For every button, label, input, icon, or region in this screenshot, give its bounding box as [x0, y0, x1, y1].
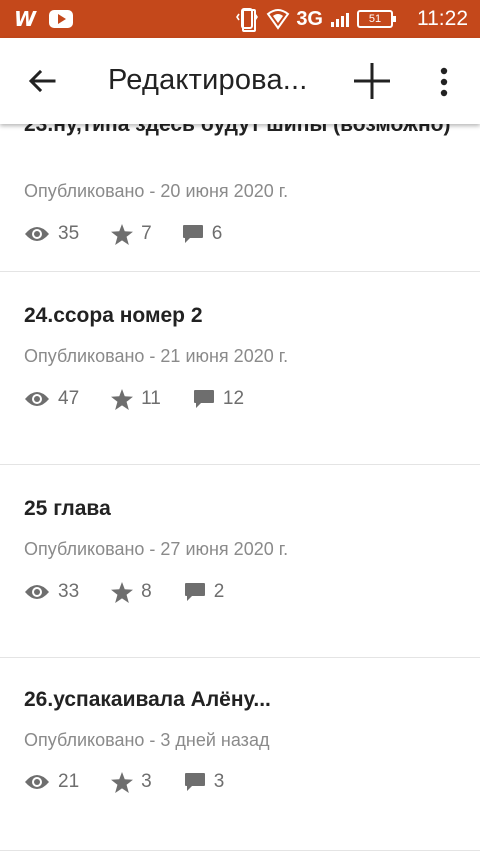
- votes-stat: 11: [111, 388, 161, 410]
- views-count: 33: [58, 581, 80, 602]
- views-count: 21: [58, 771, 80, 792]
- part-stats: 35 7 6: [24, 221, 222, 247]
- eye-icon: [25, 392, 49, 406]
- arrow-left-icon: [28, 69, 56, 93]
- views-stat: 47: [24, 388, 79, 410]
- comment-icon: [182, 225, 203, 243]
- eye-icon: [25, 227, 49, 241]
- part-title: 23.ну,типа здесь будут шипы (возможно): [24, 124, 451, 136]
- comment-icon: [184, 583, 205, 601]
- votes-count: 8: [141, 581, 152, 602]
- comments-stat: 3: [184, 771, 225, 793]
- list-item[interactable]: 26.успакаивала Алёну... Опубликовано - 3…: [0, 658, 480, 851]
- list-item[interactable]: 23.ну,типа здесь будут шипы (возможно) О…: [0, 124, 480, 272]
- views-stat: 35: [24, 223, 79, 245]
- list-item[interactable]: 25 глава Опубликовано - 27 июня 2020 г. …: [0, 465, 480, 658]
- part-stats: 33 8 2: [24, 579, 224, 605]
- battery-icon: 51: [357, 10, 396, 28]
- star-icon: [111, 581, 134, 603]
- votes-count: 7: [141, 223, 152, 244]
- eye-icon: [25, 775, 49, 789]
- clock: 11:22: [417, 7, 468, 30]
- app-bar: Редактирова...: [0, 38, 480, 124]
- part-date: Опубликовано - 27 июня 2020 г.: [24, 539, 289, 559]
- part-title: 26.успакаивала Алёну...: [24, 688, 271, 711]
- back-button[interactable]: [22, 61, 62, 101]
- youtube-icon: [49, 10, 74, 28]
- views-stat: 33: [24, 581, 79, 603]
- wattpad-icon: W: [14, 7, 36, 31]
- star-icon: [111, 388, 134, 410]
- comments-count: 3: [213, 771, 225, 792]
- overflow-menu-button[interactable]: [430, 62, 458, 102]
- part-stats: 47 11 12: [24, 386, 244, 412]
- comment-icon: [184, 773, 205, 791]
- comment-icon: [193, 390, 214, 408]
- list-item[interactable]: 24.ссора номер 2 Опубликовано - 21 июня …: [0, 272, 480, 465]
- views-count: 47: [58, 388, 80, 409]
- comments-stat: 6: [182, 223, 223, 245]
- system-icons: 3G 51 11:22: [236, 5, 468, 33]
- add-part-button[interactable]: [351, 60, 393, 102]
- part-stats: 21 3 3: [24, 769, 224, 795]
- vibrate-icon: [236, 6, 259, 32]
- votes-stat: 7: [111, 223, 152, 245]
- part-date: Опубликовано - 3 дней назад: [24, 730, 270, 750]
- part-date: Опубликовано - 20 июня 2020 г.: [24, 181, 289, 201]
- parts-list[interactable]: 23.ну,типа здесь будут шипы (возможно) О…: [0, 124, 480, 854]
- hotspot-icon: [266, 8, 290, 30]
- votes-count: 3: [141, 771, 152, 792]
- status-bar: W 3G 51 11:22: [0, 0, 480, 38]
- signal-icon: [331, 11, 349, 27]
- star-icon: [111, 771, 134, 793]
- votes-stat: 8: [111, 581, 152, 603]
- plus-icon: [354, 63, 390, 99]
- network-type: 3G: [296, 8, 323, 30]
- part-date: Опубликовано - 21 июня 2020 г.: [24, 346, 289, 366]
- notification-icons: W: [14, 7, 74, 31]
- part-title: 25 глава: [24, 497, 111, 520]
- star-icon: [111, 223, 134, 245]
- comments-count: 2: [213, 581, 225, 602]
- views-stat: 21: [24, 771, 79, 793]
- views-count: 35: [58, 223, 80, 244]
- page-title: Редактирова...: [108, 64, 308, 96]
- votes-stat: 3: [111, 771, 152, 793]
- votes-count: 11: [141, 388, 161, 409]
- comments-count: 6: [211, 223, 223, 244]
- more-vert-icon: [440, 67, 448, 97]
- comments-stat: 2: [184, 581, 225, 603]
- comments-stat: 12: [193, 388, 244, 410]
- eye-icon: [25, 585, 49, 599]
- part-title: 24.ссора номер 2: [24, 304, 203, 327]
- comments-count: 12: [222, 388, 245, 409]
